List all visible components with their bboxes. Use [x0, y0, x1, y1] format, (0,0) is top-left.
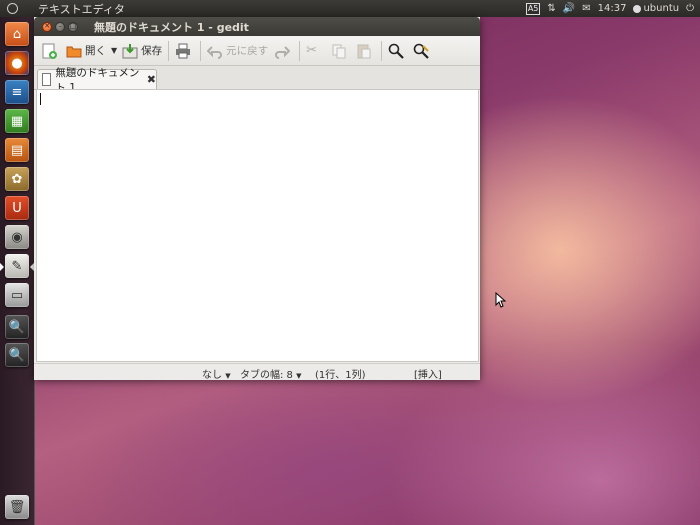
paste-button[interactable]	[353, 39, 378, 63]
insert-mode: [挿入]	[414, 370, 442, 381]
save-label: 保存	[141, 45, 163, 57]
clock[interactable]: 14:37	[598, 3, 627, 14]
search-icon	[388, 43, 404, 59]
highlight-mode-label: なし	[202, 370, 222, 381]
tab-width-selector[interactable]: タブの幅: 8 ▼	[240, 366, 302, 381]
tab-untitled-document[interactable]: 無題のドキュメント 1 ✖	[37, 67, 157, 94]
maximize-button[interactable]: □	[68, 21, 78, 32]
input-method-indicator[interactable]: A5	[525, 2, 541, 15]
tab-width-label: タブの幅: 8	[240, 370, 293, 381]
screenshot-icon[interactable]: ◉	[5, 225, 29, 249]
separator	[200, 40, 202, 61]
gedit-icon[interactable]: ✎	[5, 254, 29, 278]
cut-button[interactable]: ✂	[303, 39, 328, 63]
open-button[interactable]: 開く	[63, 39, 109, 63]
ubuntu-logo-icon	[6, 3, 18, 14]
cursor-position: (1行、1列)	[315, 370, 366, 381]
user-menu[interactable]: ubuntu	[633, 3, 679, 14]
magnifier-icon[interactable]: 🔍	[5, 315, 29, 339]
save-icon	[122, 43, 138, 59]
separator	[381, 40, 383, 61]
network-icon[interactable]: ⇅	[547, 3, 555, 14]
power-icon[interactable]: ⏻	[686, 3, 694, 14]
search-replace-icon	[413, 43, 429, 59]
status-bar: なし ▼ タブの幅: 8 ▼ (1行、1列) [挿入]	[34, 363, 480, 381]
separator	[168, 40, 170, 61]
text-editor[interactable]	[36, 89, 479, 362]
mouse-pointer-icon	[495, 292, 507, 308]
highlight-mode-selector[interactable]: なし ▼	[202, 366, 231, 381]
chevron-down-icon: ▼	[296, 372, 302, 380]
redo-button[interactable]	[271, 39, 296, 63]
close-tab-icon[interactable]: ✖	[147, 73, 156, 86]
redo-icon	[274, 43, 291, 59]
undo-icon	[206, 43, 223, 59]
impress-icon[interactable]: ▤	[5, 138, 29, 162]
magnifier-2-icon[interactable]: 🔍	[5, 343, 29, 367]
gedit-window: ✕ – □ 無題のドキュメント 1 - gedit 開く ▼ 保存 元に戻す ✂…	[34, 17, 480, 381]
close-button[interactable]: ✕	[42, 21, 52, 32]
home-folder-icon[interactable]: ⌂	[5, 22, 29, 46]
software-center-icon[interactable]: ✿	[5, 167, 29, 191]
volume-icon[interactable]: 🔊	[563, 3, 575, 14]
print-button[interactable]	[172, 39, 197, 63]
copy-button[interactable]	[328, 39, 353, 63]
chevron-down-icon: ▼	[225, 372, 231, 380]
folder-icon	[66, 43, 82, 59]
mail-icon[interactable]: ✉	[582, 3, 590, 14]
scissors-icon: ✂	[306, 42, 318, 58]
ubuntu-one-icon[interactable]: U	[5, 196, 29, 220]
tab-bar: 無題のドキュメント 1 ✖	[34, 66, 480, 94]
paste-icon	[356, 43, 372, 59]
separator	[299, 40, 301, 61]
firefox-icon[interactable]: ●	[5, 51, 29, 75]
window-titlebar[interactable]: ✕ – □ 無題のドキュメント 1 - gedit	[34, 17, 480, 36]
writer-icon[interactable]: ≡	[5, 80, 29, 104]
save-button[interactable]: 保存	[119, 39, 165, 63]
minimize-button[interactable]: –	[55, 21, 65, 32]
running-indicator	[0, 263, 4, 271]
text-cursor	[40, 93, 41, 105]
open-dropdown-button[interactable]: ▼	[109, 39, 119, 63]
copy-icon	[331, 43, 347, 59]
find-replace-button[interactable]	[410, 39, 435, 63]
top-panel: テキストエディタ A5 ⇅ 🔊 ✉ 14:37 ubuntu ⏻	[0, 0, 700, 17]
dash-button[interactable]	[0, 0, 24, 17]
undo-label: 元に戻す	[226, 45, 269, 57]
trash-icon[interactable]: 🗑	[5, 495, 29, 519]
toolbar: 開く ▼ 保存 元に戻す ✂	[34, 36, 480, 66]
document-icon	[42, 73, 52, 86]
active-app-title: テキストエディタ	[38, 2, 125, 16]
find-button[interactable]	[385, 39, 410, 63]
user-status-icon	[633, 4, 642, 13]
printer-icon	[175, 43, 191, 59]
chevron-down-icon: ▼	[111, 46, 118, 55]
indicator-area: A5 ⇅ 🔊 ✉ 14:37 ubuntu ⏻	[525, 0, 694, 17]
new-button[interactable]	[38, 39, 63, 63]
new-document-icon	[41, 43, 57, 59]
workspace-switcher-icon[interactable]: ▭	[5, 283, 29, 307]
undo-button[interactable]: 元に戻す	[204, 39, 271, 63]
user-name: ubuntu	[643, 3, 680, 14]
open-label: 開く	[85, 45, 106, 57]
launcher: ⌂ ● ≡ ▦ ▤ ✿ U ◉ ✎ ▭ 🔍 🔍 🗑	[0, 17, 35, 525]
calc-icon[interactable]: ▦	[5, 109, 29, 133]
window-title: 無題のドキュメント 1 - gedit	[94, 20, 249, 34]
